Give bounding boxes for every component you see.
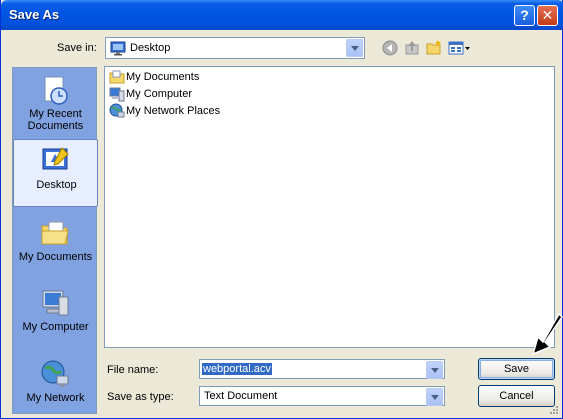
file-name-selected-text: webportal.acv [202, 363, 272, 375]
desktop-icon [110, 41, 126, 56]
file-item-label: My Computer [126, 88, 193, 100]
places-item-recent[interactable]: My Recent Documents [13, 70, 98, 136]
dialog-title: Save As [9, 7, 60, 22]
save-in-label: Save in: [57, 42, 97, 54]
recent-documents-icon [44, 76, 68, 105]
save-as-type-dropdown[interactable]: Text Document [199, 386, 445, 406]
my-computer-icon [109, 87, 125, 102]
places-item-desktop[interactable]: Desktop [13, 139, 98, 207]
places-item-my-documents[interactable]: My Documents [13, 213, 98, 279]
cancel-button[interactable]: Cancel [478, 385, 555, 407]
resize-grip-icon[interactable] [549, 405, 559, 415]
file-name-value: webportal.acv [202, 363, 272, 375]
my-network-icon [41, 360, 69, 387]
file-name-input[interactable]: webportal.acv [199, 359, 445, 379]
back-arrow-icon[interactable] [381, 39, 399, 57]
places-label-my-network: My Network [26, 392, 85, 404]
up-folder-icon[interactable] [403, 39, 421, 57]
places-label-recent: My Recent Documents [27, 108, 84, 132]
places-item-my-computer[interactable]: My Computer [13, 283, 98, 349]
file-name-label: File name: [107, 364, 159, 376]
save-as-type-value: Text Document [204, 390, 278, 402]
file-item-label: My Network Places [126, 105, 221, 117]
help-button[interactable]: ? [514, 5, 535, 26]
save-in-value: Desktop [130, 42, 171, 54]
network-places-icon [109, 103, 125, 118]
places-label-desktop: Desktop [36, 179, 77, 191]
places-item-my-network[interactable]: My Network [13, 354, 98, 419]
file-item-label: My Documents [126, 71, 200, 83]
places-label-my-documents: My Documents [18, 251, 93, 263]
new-folder-icon[interactable] [425, 39, 443, 57]
save-button[interactable]: Save [478, 358, 555, 380]
save-as-dialog: Save As ? ✕ Save in: Desktop My Recent D… [0, 0, 563, 419]
places-bar: My Recent Documents Desktop My Documents [12, 67, 98, 414]
file-name-dropdown-arrow[interactable] [426, 361, 443, 379]
file-list[interactable]: My Documents My Computer My Network Plac… [104, 66, 555, 348]
pointer-arrow-icon [531, 312, 563, 356]
title-bar[interactable]: Save As ? ✕ [1, 0, 563, 30]
save-as-type-label: Save as type: [107, 391, 174, 403]
save-in-dropdown[interactable]: Desktop [105, 37, 365, 59]
places-label-my-computer: My Computer [22, 321, 89, 333]
desktop-icon [42, 147, 69, 170]
save-in-dropdown-arrow[interactable] [346, 39, 363, 57]
my-documents-icon [41, 221, 69, 245]
my-documents-icon [109, 70, 125, 84]
close-button[interactable]: ✕ [537, 5, 558, 26]
save-as-type-dropdown-arrow[interactable] [426, 388, 443, 406]
views-menu-icon[interactable] [448, 39, 472, 57]
my-computer-icon [42, 290, 69, 316]
